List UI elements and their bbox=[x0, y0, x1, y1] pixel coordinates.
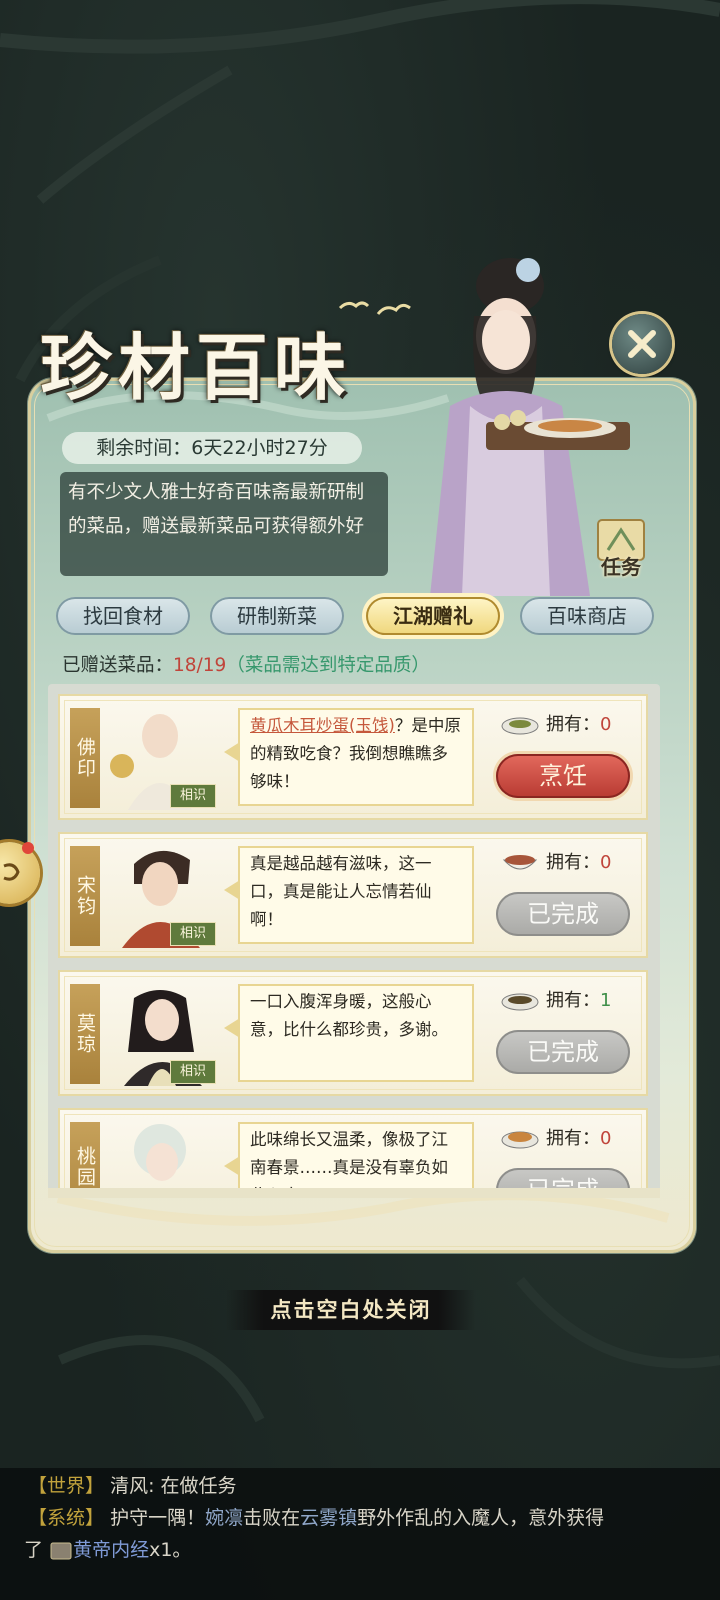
npc-portrait bbox=[104, 1120, 216, 1194]
chat-message: 野外作乱的入魔人，意外获得 bbox=[357, 1507, 605, 1529]
dish-icon bbox=[502, 855, 538, 870]
chat-bubble-button[interactable] bbox=[0, 842, 40, 904]
chat-line: 【世界】 清风: 在做任务 bbox=[28, 1470, 237, 1503]
owned-label: 拥有： bbox=[546, 1128, 600, 1149]
gift-count-note: （菜品需达到特定品质） bbox=[226, 655, 430, 676]
tab-jianghu-gifts[interactable]: 江湖赠礼 bbox=[366, 597, 500, 635]
chat-message: 了 bbox=[24, 1539, 44, 1561]
npc-speech: 一口入腹浑身暖，这般心意，比什么都珍贵，多谢。 bbox=[238, 984, 474, 1082]
chat-line: 【系统】 护守一隅！婉凛击败在云雾镇野外作乱的入魔人，意外获得 bbox=[28, 1502, 604, 1535]
completed-button[interactable]: 已完成 bbox=[496, 892, 630, 936]
owned-label: 拥有： bbox=[546, 990, 600, 1011]
dish-icon bbox=[501, 1131, 539, 1149]
list-item: 桃园童 此味绵长又温柔，像极了江南春景……真是没有辜负如此心意 拥有：0 已完成 bbox=[58, 1108, 648, 1194]
notification-dot bbox=[22, 842, 34, 854]
owned-label: 拥有： bbox=[546, 852, 600, 873]
relation-badge: 相识 bbox=[170, 784, 216, 808]
tab-shop[interactable]: 百味商店 bbox=[520, 597, 654, 635]
npc-speech: 黄瓜木耳炒蛋(玉饯)？是中原的精致吃食？我倒想瞧瞧多够味！ bbox=[238, 708, 474, 806]
dish-icon bbox=[501, 717, 539, 735]
owned-count: 拥有：0 bbox=[500, 1124, 640, 1154]
owned-value: 0 bbox=[600, 852, 612, 873]
gift-list[interactable]: 佛印 相识 黄瓜木耳炒蛋(玉饯)？是中原的精致吃食？我倒想瞧瞧多够味！ 拥有：0… bbox=[48, 684, 660, 1194]
task-label: 任务 bbox=[601, 555, 641, 579]
chat-message: x1。 bbox=[149, 1539, 192, 1561]
npc-speech: 此味绵长又温柔，像极了江南春景……真是没有辜负如此心意 bbox=[238, 1122, 474, 1194]
chat-message: 清风: 在做任务 bbox=[110, 1475, 237, 1497]
list-item: 宋钧 相识 真是越品越有滋味，这一口，真是能让人忘情若仙啊！ 拥有：0 已完成 bbox=[58, 832, 648, 958]
chat-line: 了 黄帝内经x1。 bbox=[24, 1534, 191, 1567]
npc-name: 佛印 bbox=[70, 708, 100, 808]
owned-value: 0 bbox=[600, 1128, 612, 1149]
chat-box[interactable]: 【世界】 清风: 在做任务 【系统】 护守一隅！婉凛击败在云雾镇野外作乱的入魔人… bbox=[0, 1468, 720, 1600]
relation-badge: 相识 bbox=[170, 1060, 216, 1084]
chat-message: 护守一隅！ bbox=[110, 1507, 206, 1529]
owned-label: 拥有： bbox=[546, 714, 600, 735]
owned-count: 拥有：1 bbox=[500, 986, 640, 1016]
list-item: 莫琼 相识 一口入腹浑身暖，这般心意，比什么都珍贵，多谢。 拥有：1 已完成 bbox=[58, 970, 648, 1096]
dish-icon bbox=[501, 993, 539, 1011]
completed-button[interactable]: 已完成 bbox=[496, 1030, 630, 1074]
chat-item-name[interactable]: 黄帝内经 bbox=[73, 1539, 149, 1561]
gift-count: 已赠送菜品：18/19（菜品需达到特定品质） bbox=[62, 652, 430, 680]
npc-speech: 真是越品越有滋味，这一口，真是能让人忘情若仙啊！ bbox=[238, 846, 474, 944]
chat-message: 击败在 bbox=[243, 1507, 301, 1529]
chat-place-name[interactable]: 云雾镇 bbox=[300, 1507, 357, 1529]
tab-find-ingredients[interactable]: 找回食材 bbox=[56, 597, 190, 635]
gift-count-value: 18/19 bbox=[173, 655, 227, 676]
tab-develop-dish[interactable]: 研制新菜 bbox=[210, 597, 344, 635]
cook-button[interactable]: 烹饪 bbox=[496, 754, 630, 798]
npc-name: 宋钧 bbox=[70, 846, 100, 946]
event-description: 有不少文人雅士好奇百味斋最新研制的菜品，赠送最新菜品可获得额外好 bbox=[60, 472, 388, 576]
owned-count: 拥有：0 bbox=[500, 710, 640, 740]
page-title: 珍材百味 bbox=[40, 325, 353, 410]
owned-value: 0 bbox=[600, 714, 612, 735]
gift-count-label: 已赠送菜品： bbox=[62, 655, 174, 676]
owned-count: 拥有：0 bbox=[500, 848, 640, 878]
npc-name: 莫琼 bbox=[70, 984, 100, 1084]
book-icon bbox=[50, 1542, 72, 1559]
list-item: 佛印 相识 黄瓜木耳炒蛋(玉饯)？是中原的精致吃食？我倒想瞧瞧多够味！ 拥有：0… bbox=[58, 694, 648, 820]
dish-link[interactable]: 黄瓜木耳炒蛋(玉饯) bbox=[250, 716, 395, 735]
chat-channel-tag: 【世界】 bbox=[28, 1475, 105, 1497]
relation-badge: 相识 bbox=[170, 922, 216, 946]
remaining-time: 剩余时间：6天22小时27分 bbox=[62, 432, 362, 464]
chat-player-name[interactable]: 婉凛 bbox=[205, 1507, 243, 1529]
npc-name: 桃园童 bbox=[70, 1122, 100, 1194]
owned-value: 1 bbox=[600, 990, 612, 1011]
chat-channel-tag: 【系统】 bbox=[28, 1507, 105, 1529]
chat-icon bbox=[3, 863, 20, 881]
task-button[interactable]: 任务 bbox=[588, 516, 654, 582]
close-hint[interactable]: 点击空白处关闭 bbox=[226, 1290, 476, 1330]
